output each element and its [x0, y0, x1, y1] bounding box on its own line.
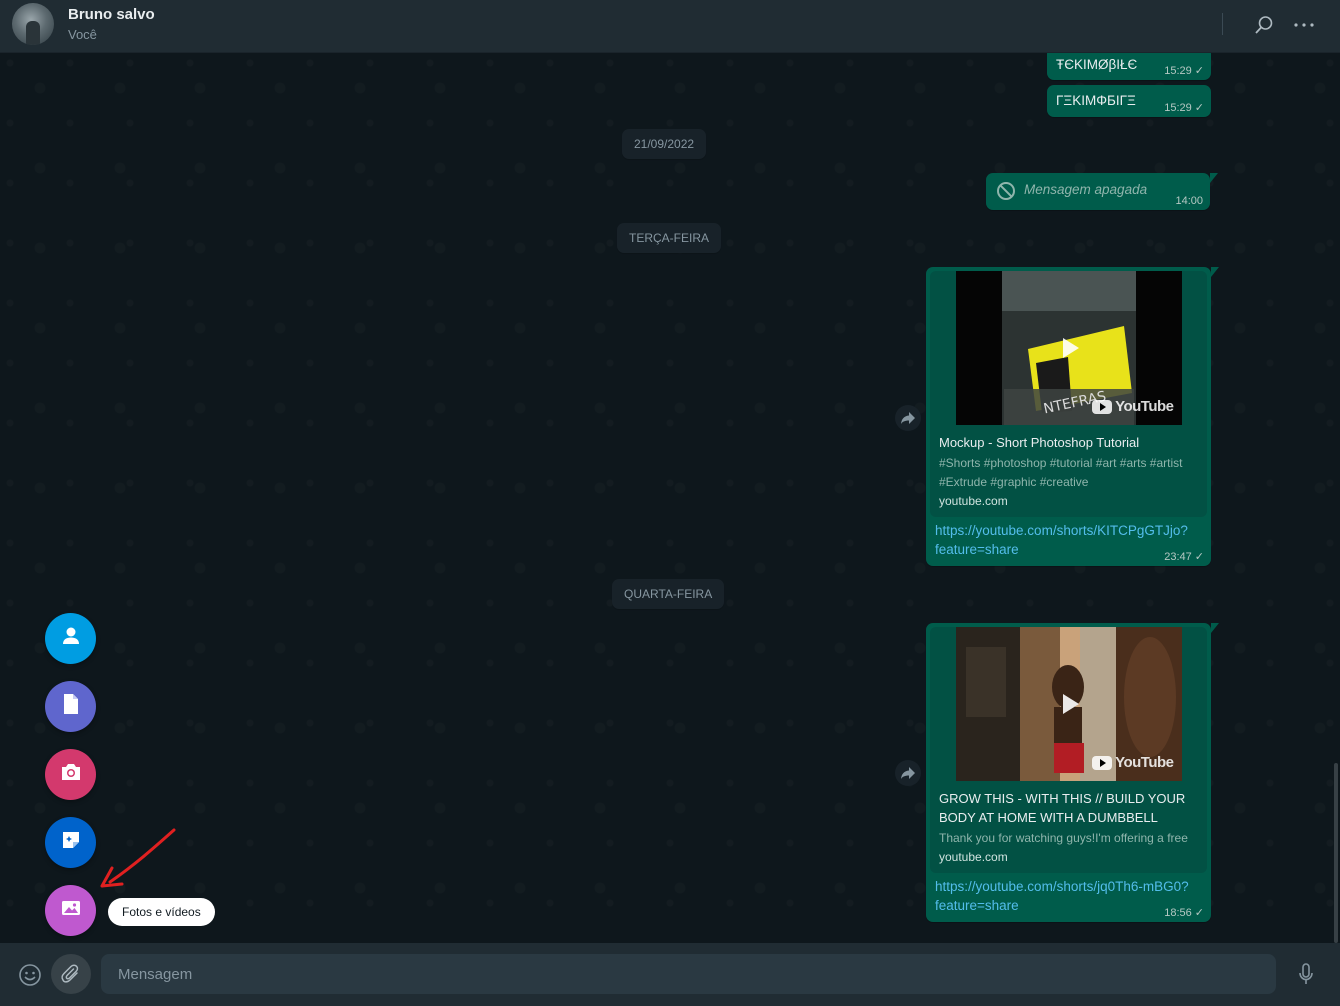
sent-check-icon: ✓ — [1194, 102, 1204, 114]
message-input[interactable] — [101, 954, 1276, 994]
header-divider — [1222, 13, 1223, 35]
link-url[interactable]: https://youtube.com/shorts/jq0Th6-mBG0? … — [935, 877, 1189, 915]
message-meta: 14:00 — [1175, 195, 1203, 207]
blocked-icon — [997, 182, 1015, 200]
image-icon — [60, 898, 82, 923]
message-time: 14:00 — [1175, 195, 1203, 207]
more-options-icon[interactable] — [1291, 12, 1317, 38]
link-title-line: BODY AT HOME WITH A DUMBBELL — [939, 810, 1158, 825]
person-icon — [60, 625, 82, 652]
scrollbar[interactable] — [1334, 763, 1338, 943]
youtube-logo-text: YouTube — [1115, 398, 1174, 415]
sent-check-icon: ✓ — [1194, 907, 1204, 919]
link-url-line[interactable]: feature=share — [935, 540, 1188, 559]
deleted-message[interactable]: Mensagem apagada 14:00 — [986, 173, 1218, 210]
outgoing-message[interactable]: ŦЄKIMØβIŁЄ 15:29 ✓ — [1047, 53, 1211, 80]
link-description-line: #Extrude #graphic #creative — [939, 475, 1089, 489]
sent-check-icon: ✓ — [1194, 65, 1204, 77]
document-icon — [61, 693, 81, 720]
youtube-logo: YouTube — [1092, 398, 1174, 415]
sent-check-icon: ✓ — [1194, 551, 1204, 563]
attach-document-button[interactable] — [45, 681, 96, 732]
link-url[interactable]: https://youtube.com/shorts/KITCPgGTJjo? … — [935, 521, 1188, 559]
link-url-line[interactable]: https://youtube.com/shorts/jq0Th6-mBG0? — [935, 877, 1189, 896]
link-domain: youtube.com — [939, 850, 1008, 864]
message-time: 23:47 — [1164, 550, 1192, 563]
deleted-message-text: Mensagem apagada — [1024, 182, 1148, 197]
message-meta: 18:56 ✓ — [1164, 906, 1204, 920]
video-thumbnail[interactable]: NTEFRAS YouTube — [955, 271, 1182, 425]
link-domain: youtube.com — [939, 494, 1008, 508]
youtube-logo: YouTube — [1092, 754, 1174, 771]
message-time: 18:56 — [1164, 906, 1192, 919]
attach-sticker-button[interactable] — [45, 817, 96, 868]
link-description: #Shorts #photoshop #tutorial #art #arts … — [930, 452, 1207, 492]
link-description-line: #Shorts #photoshop #tutorial #art #arts … — [939, 456, 1183, 470]
play-icon[interactable] — [1055, 690, 1083, 718]
search-icon[interactable] — [1251, 12, 1277, 38]
compose-bar — [0, 943, 1340, 1006]
contact-avatar[interactable] — [12, 3, 54, 45]
paperclip-icon[interactable] — [57, 960, 85, 988]
chat-header[interactable]: Bruno salvo Você — [0, 0, 1340, 53]
message-text: ΓΞKIMΦБIΓΞ — [1056, 93, 1136, 108]
play-icon[interactable] — [1055, 334, 1083, 362]
link-title: Mockup - Short Photoshop Tutorial — [939, 435, 1140, 450]
outgoing-message[interactable]: ΓΞKIMΦБIΓΞ 15:29 ✓ — [1047, 85, 1211, 117]
link-url-line[interactable]: feature=share — [935, 896, 1189, 915]
link-preview-message[interactable]: NTEFRAS YouTube Mockup - Short Photoshop… — [926, 267, 1219, 566]
annotation-arrow-icon — [100, 828, 176, 888]
emoji-icon[interactable] — [16, 961, 44, 989]
video-thumbnail[interactable]: YouTube — [955, 627, 1182, 781]
message-list[interactable]: ŦЄKIMØβIŁЄ 15:29 ✓ ΓΞKIMΦБIΓΞ 15:29 ✓ 21… — [0, 53, 1340, 943]
link-url-line[interactable]: https://youtube.com/shorts/KITCPgGTJjo? — [935, 521, 1188, 540]
camera-icon — [60, 762, 82, 787]
message-meta: 23:47 ✓ — [1164, 550, 1204, 564]
link-preview-card[interactable]: YouTube GROW THIS - WITH THIS // BUILD Y… — [930, 627, 1207, 873]
link-preview-message[interactable]: YouTube GROW THIS - WITH THIS // BUILD Y… — [926, 623, 1219, 922]
link-title: GROW THIS - WITH THIS // BUILD YOUR BODY… — [930, 781, 1207, 827]
message-meta: 15:29 ✓ — [1164, 101, 1204, 115]
sticker-icon — [60, 829, 82, 856]
attach-contact-button[interactable] — [45, 613, 96, 664]
link-description: Thank you for watching guys!I'm offering… — [939, 831, 1188, 845]
microphone-icon[interactable] — [1292, 960, 1320, 988]
message-time: 15:29 — [1164, 64, 1192, 77]
message-time: 15:29 — [1164, 101, 1192, 114]
forward-icon[interactable] — [895, 760, 921, 786]
attach-camera-button[interactable] — [45, 749, 96, 800]
youtube-logo-text: YouTube — [1115, 754, 1174, 771]
message-meta: 15:29 ✓ — [1164, 64, 1204, 78]
forward-icon[interactable] — [895, 405, 921, 431]
link-title-line: GROW THIS - WITH THIS // BUILD YOUR — [939, 791, 1186, 806]
tooltip: Fotos e vídeos — [108, 898, 215, 926]
contact-subtitle: Você — [68, 27, 97, 42]
date-divider: 21/09/2022 — [622, 129, 707, 159]
date-divider: QUARTA-FEIRA — [612, 579, 725, 609]
link-preview-card[interactable]: NTEFRAS YouTube Mockup - Short Photoshop… — [930, 271, 1207, 517]
date-divider: TERÇA-FEIRA — [617, 223, 722, 253]
contact-name[interactable]: Bruno salvo — [68, 6, 155, 23]
message-text: ŦЄKIMØβIŁЄ — [1056, 57, 1138, 72]
attach-photos-videos-button[interactable] — [45, 885, 96, 936]
